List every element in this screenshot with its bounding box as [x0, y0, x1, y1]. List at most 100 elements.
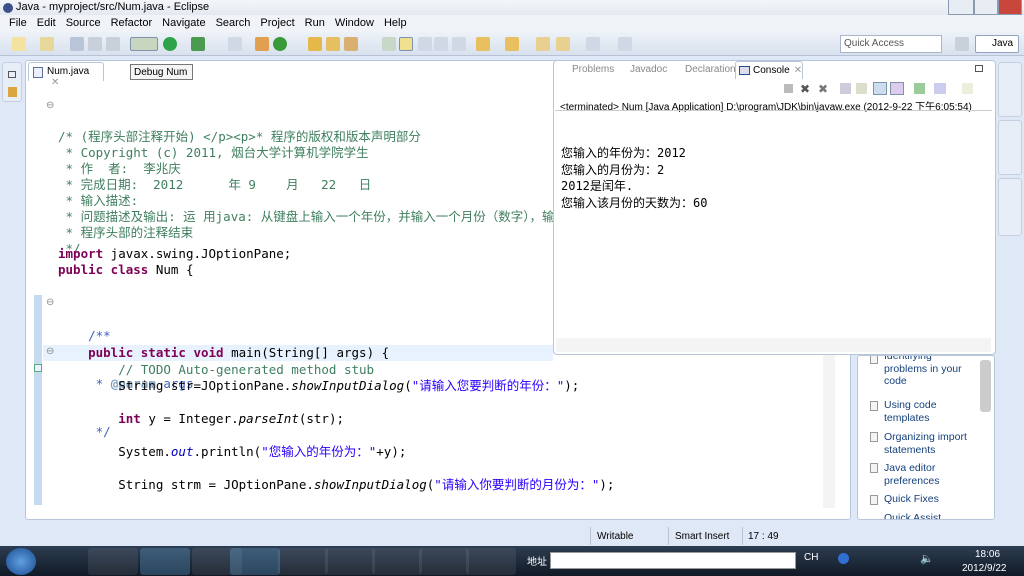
- mark-occurrences-icon[interactable]: [399, 37, 413, 51]
- skip-breakpoints-icon[interactable]: [228, 37, 242, 51]
- block-selection-icon[interactable]: [418, 37, 432, 51]
- terminate-icon[interactable]: [784, 84, 793, 93]
- doc-icon: [870, 432, 878, 442]
- doc-icon: [870, 495, 878, 505]
- help-panel: Identifying problems in your code Using …: [857, 355, 995, 520]
- maximize-button[interactable]: [974, 0, 998, 15]
- help-link[interactable]: Using code templates: [884, 399, 974, 424]
- menu-file[interactable]: File: [4, 15, 32, 32]
- pin-console-icon[interactable]: [914, 83, 925, 94]
- open-perspective-icon[interactable]: [955, 37, 969, 51]
- help-scrollbar[interactable]: [980, 360, 991, 412]
- taskbar-explorer[interactable]: [466, 548, 516, 575]
- next-edit-icon[interactable]: [476, 37, 490, 51]
- menu-run[interactable]: Run: [300, 15, 330, 32]
- tab-label: Num.java: [47, 66, 90, 77]
- pin-editor-icon[interactable]: [618, 37, 632, 51]
- external-tools-icon[interactable]: [191, 37, 205, 51]
- taskbar-app[interactable]: [278, 548, 328, 575]
- fold-icon[interactable]: ⊖: [46, 297, 54, 308]
- next-annotation-icon[interactable]: [382, 37, 396, 51]
- taskbar-app[interactable]: [419, 548, 469, 575]
- menu-refactor[interactable]: Refactor: [106, 15, 158, 32]
- new-java-package-icon[interactable]: [255, 37, 269, 51]
- address-input[interactable]: [550, 552, 796, 569]
- help-link[interactable]: Quick Fixes: [884, 493, 974, 506]
- quick-access-input[interactable]: Quick Access: [840, 35, 942, 53]
- taskbar-app[interactable]: [140, 548, 190, 575]
- forward-icon[interactable]: [556, 37, 570, 51]
- fold-icon[interactable]: ⊖: [46, 346, 54, 357]
- task-marker-icon[interactable]: [34, 364, 42, 372]
- menu-project[interactable]: Project: [255, 15, 299, 32]
- word-wrap-icon[interactable]: [856, 83, 867, 94]
- menu-search[interactable]: Search: [211, 15, 256, 32]
- tab-problems[interactable]: Problems: [572, 64, 614, 75]
- taskbar-app[interactable]: [88, 548, 138, 575]
- menu-help[interactable]: Help: [379, 15, 412, 32]
- menu-edit[interactable]: Edit: [32, 15, 61, 32]
- taskbar-eclipse[interactable]: [230, 548, 280, 575]
- input-language[interactable]: CH: [804, 552, 818, 563]
- open-type-icon[interactable]: [308, 37, 322, 51]
- remove-launch-icon[interactable]: ✖: [800, 82, 810, 96]
- prev-edit-icon[interactable]: [505, 37, 519, 51]
- fold-icon[interactable]: ⊖: [46, 100, 54, 111]
- search-icon[interactable]: [344, 37, 358, 51]
- open-console-icon[interactable]: [962, 83, 973, 94]
- new-package-icon[interactable]: [40, 37, 54, 51]
- maximize-icon[interactable]: [975, 65, 983, 72]
- scroll-lock-icon[interactable]: [840, 83, 851, 94]
- taskbar-app[interactable]: [325, 548, 375, 575]
- debug-icon[interactable]: [130, 37, 158, 51]
- pilcrow-icon[interactable]: [452, 37, 466, 51]
- volume-icon[interactable]: 🔈: [920, 552, 934, 565]
- show-stdout-icon[interactable]: [873, 82, 887, 95]
- tab-num-java[interactable]: Num.java ✕: [28, 62, 104, 88]
- restore-icon[interactable]: [8, 71, 16, 78]
- java-perspective-button[interactable]: Java: [975, 35, 1019, 53]
- code-line: int y = Integer.parseInt(str);: [58, 411, 345, 426]
- help-link[interactable]: Quick Assist: [884, 512, 974, 519]
- trim-stack[interactable]: [998, 120, 1022, 175]
- package-explorer-icon[interactable]: [8, 87, 17, 97]
- trim-stack[interactable]: [998, 62, 1022, 117]
- class-declaration: public class Num {: [58, 262, 194, 277]
- show-stderr-icon[interactable]: [890, 82, 904, 95]
- minimize-button[interactable]: [948, 0, 974, 15]
- console-icon: [739, 66, 750, 75]
- help-link[interactable]: Java editor preferences: [884, 462, 974, 487]
- tab-console[interactable]: Console ✕: [735, 61, 803, 79]
- code-line: System.out.println("您输入的年份为："+y);: [58, 444, 407, 459]
- help-icon[interactable]: [838, 553, 849, 564]
- remove-all-icon[interactable]: ✖: [818, 82, 828, 96]
- code-line: String strm = JOptionPane.showInputDialo…: [58, 477, 615, 492]
- display-console-icon[interactable]: [934, 83, 946, 94]
- new-icon[interactable]: [12, 37, 26, 51]
- show-whitespace-icon[interactable]: [434, 37, 448, 51]
- clock-date[interactable]: 2012/9/22: [962, 563, 1007, 574]
- taskbar-app[interactable]: [372, 548, 422, 575]
- menu-source[interactable]: Source: [61, 15, 106, 32]
- close-tab-icon[interactable]: ✕: [794, 65, 802, 76]
- tab-declaration[interactable]: Declaration: [685, 64, 736, 75]
- close-tab-icon[interactable]: ✕: [51, 77, 59, 88]
- navigate-icon[interactable]: [586, 37, 600, 51]
- menu-window[interactable]: Window: [330, 15, 379, 32]
- help-link[interactable]: Organizing import statements: [884, 431, 980, 456]
- tab-javadoc[interactable]: Javadoc: [630, 64, 667, 75]
- clock-time[interactable]: 18:06: [975, 549, 1000, 560]
- close-button[interactable]: [998, 0, 1022, 15]
- print-icon[interactable]: [106, 37, 120, 51]
- save-icon[interactable]: [70, 37, 84, 51]
- save-all-icon[interactable]: [88, 37, 102, 51]
- new-class-icon[interactable]: [273, 37, 287, 51]
- console-horizontal-scrollbar[interactable]: [556, 338, 991, 352]
- trim-stack[interactable]: [998, 178, 1022, 236]
- start-button[interactable]: [6, 548, 36, 575]
- run-icon[interactable]: [163, 37, 177, 51]
- back-icon[interactable]: [536, 37, 550, 51]
- help-link[interactable]: Identifying problems in your code: [884, 356, 974, 388]
- open-folder-icon[interactable]: [326, 37, 340, 51]
- menu-navigate[interactable]: Navigate: [157, 15, 210, 32]
